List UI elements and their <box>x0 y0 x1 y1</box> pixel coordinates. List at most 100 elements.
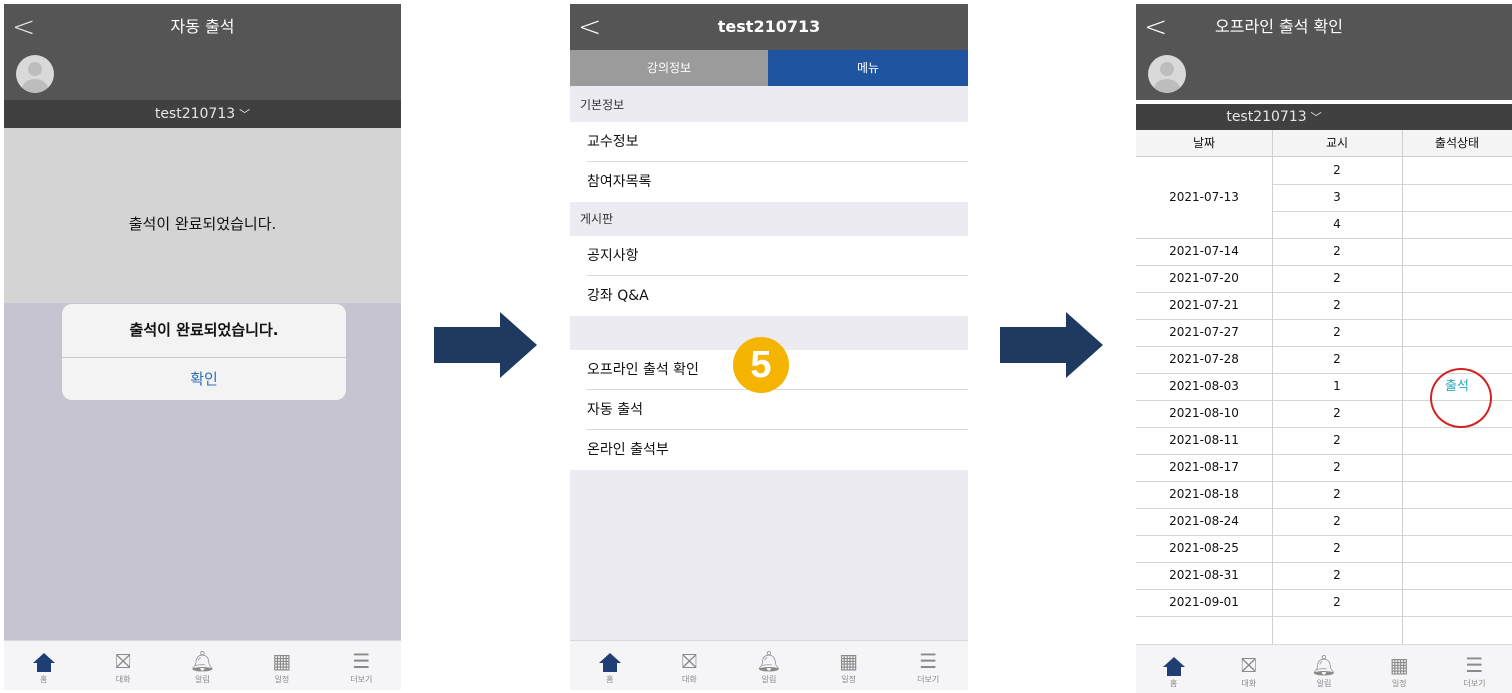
user-selector[interactable]: test210713 ﹀ <box>1136 104 1512 130</box>
period-cell: 2 <box>1333 352 1341 366</box>
menu-item-participants[interactable]: 참여자목록 <box>570 162 968 202</box>
menu-item-qna[interactable]: 강좌 Q&A <box>570 276 968 316</box>
chat-icon: ⛝ <box>681 649 697 673</box>
tab-more[interactable]: ☰ 더보기 <box>1437 645 1512 693</box>
avatar[interactable] <box>16 55 54 93</box>
completion-message: 출석이 완료되었습니다. <box>128 215 277 233</box>
date-cell: 2021-08-03 <box>1169 379 1239 393</box>
menu-item-label: 참여자목록 <box>587 174 652 190</box>
tab-label: 일정 <box>274 675 290 684</box>
status-cell <box>1402 319 1512 346</box>
tab-label: 대화 <box>115 675 131 684</box>
date-cell: 2021-08-10 <box>1169 406 1239 420</box>
table-row: 3 <box>1136 184 1512 211</box>
tab-label: 일정 <box>841 675 856 684</box>
header-bar: < 자동 출석 <box>4 4 401 50</box>
tab-alerts[interactable]: 🔔︎ 알림 <box>1286 645 1361 693</box>
chevron-down-icon: ﹀ <box>239 108 251 121</box>
period-cell: 2 <box>1333 433 1341 447</box>
calendar-icon: ▦ <box>1389 653 1409 677</box>
tab-alerts[interactable]: 🔔︎ 알림 <box>729 641 809 690</box>
home-icon <box>1136 651 1211 679</box>
date-cell: 2021-08-24 <box>1169 514 1239 528</box>
menu-item-professor[interactable]: 교수정보 <box>570 122 968 162</box>
date-cell: 2021-07-14 <box>1169 244 1239 258</box>
menu-item-auto-attendance[interactable]: 자동 출석 <box>570 390 968 430</box>
status-cell <box>1402 292 1512 319</box>
tab-home[interactable]: 홈 <box>570 641 650 690</box>
menu-icon: ☰ <box>1465 653 1484 677</box>
segment-tabs: 강의정보 메뉴 <box>570 50 968 86</box>
table-row: 2021-08-11 2 <box>1136 427 1512 454</box>
chevron-down-icon: ﹀ <box>1310 111 1322 124</box>
tab-label: 일정 <box>1391 679 1407 688</box>
tab-more[interactable]: ☰ 더보기 <box>322 641 401 690</box>
tab-schedule[interactable]: ▦ 일정 <box>809 641 889 690</box>
period-cell: 2 <box>1333 514 1341 528</box>
user-selector[interactable]: test210713 ﹀ <box>4 100 401 128</box>
period-cell: 2 <box>1333 568 1341 582</box>
tab-chat[interactable]: ⛝ 대화 <box>650 641 730 690</box>
date-cell: 2021-08-31 <box>1169 568 1239 582</box>
tab-more[interactable]: ☰ 더보기 <box>888 641 968 690</box>
table-header: 날짜 교시 출석상태 <box>1136 130 1512 157</box>
home-icon <box>570 647 650 675</box>
tab-alerts[interactable]: 🔔︎ 알림 <box>163 641 242 690</box>
period-cell: 4 <box>1333 217 1341 231</box>
menu-icon: ☰ <box>919 649 938 673</box>
page-title: test210713 <box>717 17 821 36</box>
bell-icon: 🔔︎ <box>1311 653 1337 677</box>
table-row: 4 <box>1136 211 1512 238</box>
avatar[interactable] <box>1148 55 1186 93</box>
arrow-right-icon <box>434 312 537 378</box>
date-cell: 2021-08-18 <box>1169 487 1239 501</box>
column-header-date: 날짜 <box>1192 136 1216 150</box>
tab-label: 대화 <box>1241 679 1257 688</box>
date-cell: 2021-09-01 <box>1169 595 1239 609</box>
page-title: 오프라인 출석 확인 <box>1215 17 1343 36</box>
table-row: 2021-08-17 2 <box>1136 454 1512 481</box>
tab-course-info[interactable]: 강의정보 <box>570 50 768 86</box>
content-area: 출석이 완료되었습니다. <box>4 128 401 303</box>
alert-dialog: 출석이 완료되었습니다. 확인 <box>62 304 346 400</box>
period-cell: 2 <box>1333 244 1341 258</box>
period-cell: 2 <box>1333 595 1341 609</box>
tab-home[interactable]: 홈 <box>4 641 83 690</box>
menu-item-online-attendance[interactable]: 온라인 출석부 <box>570 430 968 470</box>
status-cell <box>1402 589 1512 616</box>
tab-chat[interactable]: ⛝ 대화 <box>83 641 162 690</box>
tab-menu[interactable]: 메뉴 <box>768 50 968 86</box>
tab-label: 알림 <box>195 675 210 684</box>
column-header-status: 출석상태 <box>1434 136 1480 150</box>
date-cell: 2021-08-11 <box>1169 433 1239 447</box>
period-cell: 2 <box>1333 487 1341 501</box>
period-cell: 1 <box>1333 379 1341 393</box>
date-cell: 2021-07-20 <box>1169 271 1239 285</box>
table-row: 2021-07-20 2 <box>1136 265 1512 292</box>
offline-attendance-screen: < 오프라인 출석 확인 test210713 ﹀ 날짜 교시 출석상태 2021… <box>1136 4 1512 693</box>
status-cell <box>1402 211 1512 238</box>
bottom-tabbar: 홈 ⛝ 대화 🔔︎ 알림 ▦ 일정 ☰ 더보기 <box>4 640 401 690</box>
tab-label: 홈 <box>40 675 48 684</box>
profile-bar <box>1136 50 1512 100</box>
menu-item-label: 공지사항 <box>587 248 639 264</box>
status-cell <box>1402 508 1512 535</box>
confirm-button[interactable]: 확인 <box>62 358 346 400</box>
bell-icon: 🔔︎ <box>189 649 216 673</box>
menu-item-label: 강좌 Q&A <box>587 288 649 304</box>
tab-label: 홈 <box>606 675 614 684</box>
table-row: 2021-08-24 2 <box>1136 508 1512 535</box>
period-cell: 3 <box>1333 190 1341 204</box>
tab-chat[interactable]: ⛝ 대화 <box>1211 645 1286 693</box>
tab-schedule[interactable]: ▦ 일정 <box>242 641 321 690</box>
tab-schedule[interactable]: ▦ 일정 <box>1362 645 1437 693</box>
status-cell <box>1402 454 1512 481</box>
tab-home[interactable]: 홈 <box>1136 645 1211 693</box>
tab-label: 알림 <box>1316 679 1332 688</box>
status-cell <box>1402 535 1512 562</box>
auto-attendance-screen: < 자동 출석 test210713 ﹀ 출석이 완료되었습니다. 출석이 완료되… <box>4 4 401 693</box>
period-cell: 2 <box>1333 271 1341 285</box>
menu-item-notice[interactable]: 공지사항 <box>570 236 968 276</box>
bottom-tabbar: 홈 ⛝ 대화 🔔︎ 알림 ▦ 일정 ☰ 더보기 <box>1136 644 1512 693</box>
table-row: 2021-07-27 2 <box>1136 319 1512 346</box>
